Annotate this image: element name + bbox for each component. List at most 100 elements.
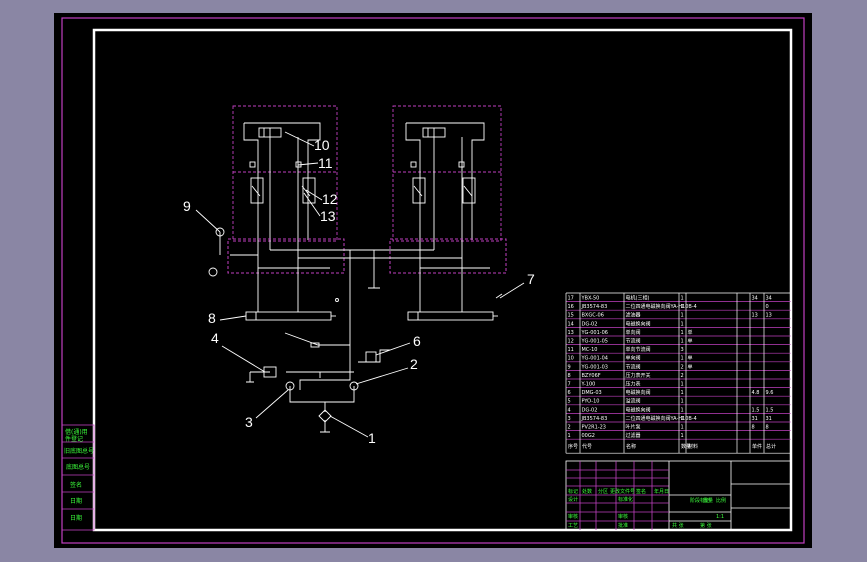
bom-cell-r2-c3: 1 xyxy=(681,313,684,319)
callout-2: 2 xyxy=(410,356,418,372)
bom-cell-r8-c3: 2 xyxy=(681,364,684,370)
bom-cell-r13-c7: 1.5 xyxy=(766,407,774,413)
bom-cell-r14-c6: 31 xyxy=(752,416,758,422)
tb-ratio: 比例 xyxy=(716,497,726,504)
bom-cell-r16-c3: 1 xyxy=(681,433,684,439)
bom-cell-r14-c0: 3 xyxy=(568,416,571,422)
bom-cell-r11-c1: DMG-03 xyxy=(582,390,602,396)
symbols xyxy=(208,227,503,423)
tb-date: 年月日 xyxy=(654,488,669,495)
bom-cell-r16-c0: 1 xyxy=(568,433,571,439)
bom-cell-r15-c6: 8 xyxy=(752,425,755,431)
bom-cell-r9-c3: 2 xyxy=(681,373,684,379)
bom-cell-r15-c0: 2 xyxy=(568,425,571,431)
bom-cell-r2-c6: 13 xyxy=(752,313,758,319)
callout-4: 4 xyxy=(211,330,219,346)
piping xyxy=(219,232,490,433)
bom-cell-r11-c0: 6 xyxy=(568,390,571,396)
bom-cell-r13-c6: 1.5 xyxy=(752,407,760,413)
callout-3: 3 xyxy=(245,414,253,430)
side-label-6: 日期 xyxy=(70,514,82,522)
bom-cell-r9-c0: 8 xyxy=(568,373,571,379)
bom-cell-r8-c4: 单 xyxy=(688,363,693,370)
bom-cell-r13-c1: DG-02 xyxy=(582,407,598,413)
bom-cell-r4-c3: 1 xyxy=(681,330,684,336)
bom-cell-r2-c1: BXGC-06 xyxy=(582,313,604,319)
bom-cell-r5-c4: 单 xyxy=(688,338,693,345)
bom-cell-r9-c1: BZY06F xyxy=(582,373,601,379)
bom-cell-r4-c4: 单 xyxy=(688,329,693,336)
bom-cell-r13-c2: 电磁换向阀 xyxy=(626,406,651,413)
title-block-text: 标记 处数 分区 更改文件号 签名 年月日 设计 标准化 阶段标记 重量 比例 … xyxy=(568,488,726,529)
callout-9: 9 xyxy=(183,198,191,214)
bom-cell-r0-c1: YBX-50 xyxy=(581,296,600,302)
bom-cell-r6-c3: 3 xyxy=(681,347,684,353)
bom-header-c2: 名称 xyxy=(626,443,636,450)
callout-12: 12 xyxy=(322,191,338,207)
bom-cell-r7-c3: 1 xyxy=(681,356,684,362)
hydraulic-schematic: 借(通)用 件登记 旧底图总号 底图总号 签名 日期 日期 1 2 3 4 6 … xyxy=(61,17,805,544)
bom-cell-r7-c1: YG-001-04 xyxy=(581,356,608,362)
bom-cell-r3-c2: 电磁换向阀 xyxy=(626,320,651,327)
bom-cell-r16-c2: 过滤器 xyxy=(626,432,641,439)
bom-cell-r14-c2: 二位四通电磁换向阀YA-H10B-4 xyxy=(626,415,697,422)
tb-process: 工艺 xyxy=(568,523,578,529)
side-label-2: 旧底图总号 xyxy=(64,447,94,455)
bom-cell-r5-c2: 节流阀 xyxy=(626,338,641,345)
bom-cell-r1-c3: 1 xyxy=(681,304,684,310)
bom-cell-r15-c7: 8 xyxy=(766,425,769,431)
tb-mark: 标记 xyxy=(568,488,578,495)
bom-cell-r4-c2: 单向阀 xyxy=(626,329,641,336)
bom-cell-r8-c2: 节流阀 xyxy=(626,363,641,370)
bom-cell-r0-c2: 电机(三相) xyxy=(626,295,650,302)
callout-6: 6 xyxy=(413,333,421,349)
bom-cell-r6-c0: 11 xyxy=(568,347,574,353)
bom-cell-r5-c1: YG-001-05 xyxy=(581,339,608,345)
callout-13: 13 xyxy=(320,208,336,224)
bom-cell-r16-c1: 00G2 xyxy=(582,433,595,439)
bom-cell-r13-c3: 1 xyxy=(681,407,684,413)
bom-cell-r11-c3: 1 xyxy=(681,390,684,396)
bom-cell-r15-c1: PV2R1-23 xyxy=(582,425,606,431)
bom-cell-r2-c7: 13 xyxy=(766,313,772,319)
bom-cell-r6-c2: 单向节流阀 xyxy=(626,346,651,353)
title-block xyxy=(565,460,792,531)
bom-cell-r12-c1: PYO-10 xyxy=(582,399,600,405)
tb-zone: 分区 xyxy=(598,488,608,495)
bom-cell-r11-c2: 电磁换向阀 xyxy=(626,389,651,396)
bom-cell-r5-c3: 1 xyxy=(681,339,684,345)
bom-cell-r3-c3: 1 xyxy=(681,321,684,327)
bom-cell-r0-c7: 34 xyxy=(766,296,772,302)
bom-cell-r1-c7: 0 xyxy=(766,304,769,310)
tb-standard: 标准化 xyxy=(618,496,633,503)
bom-header-c6: 单件 xyxy=(752,443,762,450)
tb-sheets: 共 张 xyxy=(672,522,684,529)
side-label-3: 底图总号 xyxy=(66,463,90,471)
bom-cell-r4-c1: YG-001-06 xyxy=(581,330,608,336)
bom-cell-r7-c2: 单向阀 xyxy=(626,355,641,362)
left-unit xyxy=(232,105,338,258)
bom-cell-r8-c1: YG-001-03 xyxy=(581,364,608,370)
bom-cell-r10-c1: Y-100 xyxy=(581,382,596,388)
bom-header-c0: 序号 xyxy=(568,443,578,450)
side-label-table: 借(通)用 件登记 旧底图总号 底图总号 签名 日期 日期 xyxy=(61,424,95,531)
bom-cell-r6-c1: MC-10 xyxy=(582,347,598,353)
side-label-5: 日期 xyxy=(70,497,82,505)
tb-change-doc: 更改文件号 xyxy=(610,488,635,495)
bom-header-c4: 材料 xyxy=(688,443,698,450)
outer-border xyxy=(61,17,805,544)
bom-cell-r12-c3: 1 xyxy=(681,399,684,405)
bom-cell-r15-c3: 1 xyxy=(681,425,684,431)
callout-10: 10 xyxy=(314,137,330,153)
bom-cell-r7-c0: 10 xyxy=(568,356,574,362)
bom-cell-r3-c1: DG-02 xyxy=(582,321,598,327)
bom-cell-r0-c0: 17 xyxy=(568,296,574,302)
bom-cell-r8-c0: 9 xyxy=(568,364,571,370)
bom-cell-r0-c6: 34 xyxy=(752,296,758,302)
tb-sign: 签名 xyxy=(636,488,646,495)
tb-review-2: 审核 xyxy=(618,513,628,520)
bom-cell-r14-c7: 31 xyxy=(766,416,772,422)
side-label-4: 签名 xyxy=(70,481,82,489)
bom-cell-r1-c0: 16 xyxy=(568,304,574,310)
cylinder-right xyxy=(407,311,498,321)
